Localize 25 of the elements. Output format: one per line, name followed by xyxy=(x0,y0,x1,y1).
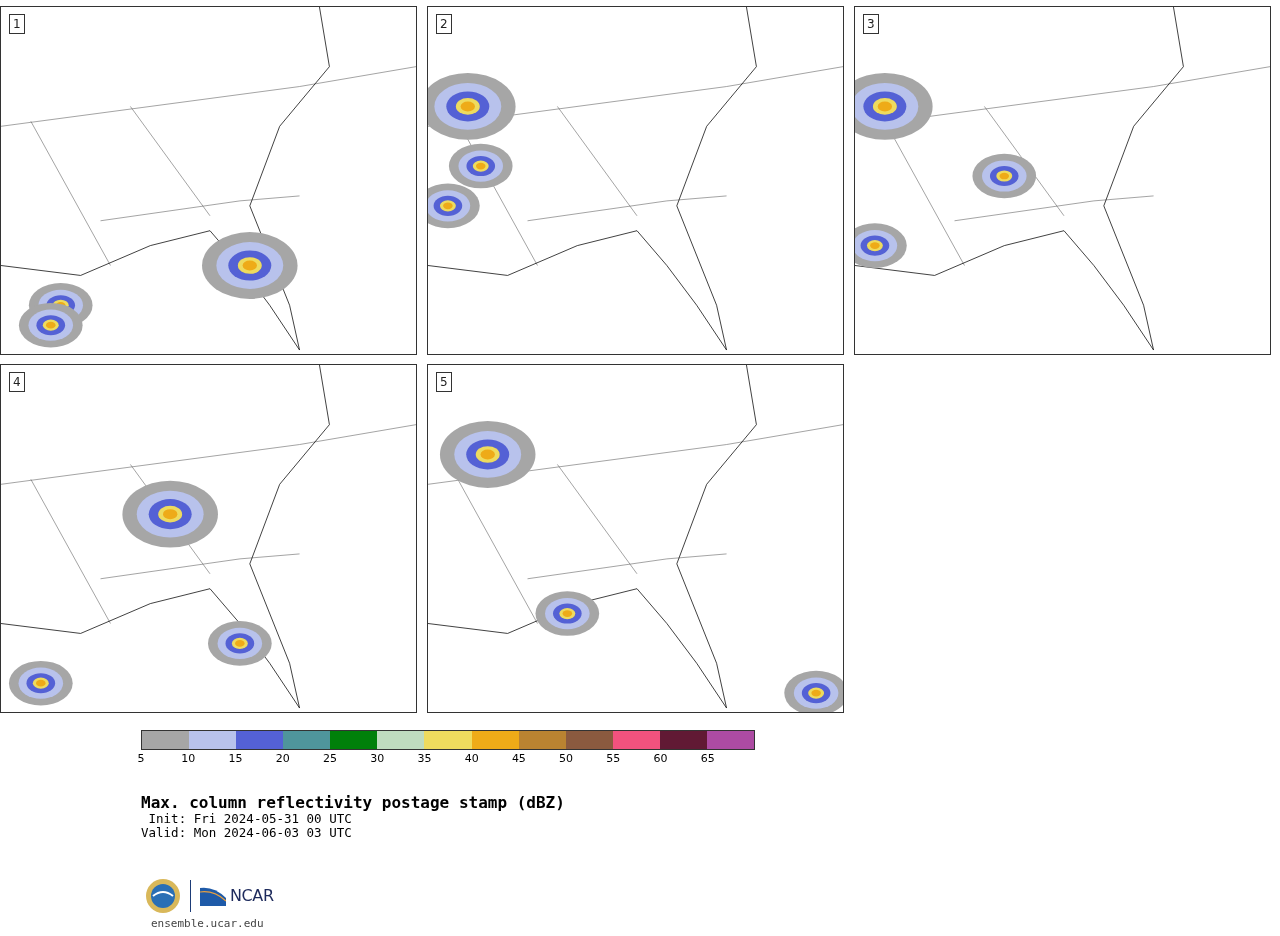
tick-label: 10 xyxy=(181,752,196,765)
tick-label: 50 xyxy=(559,752,574,765)
tick-label: 65 xyxy=(700,752,715,765)
tick-label: 45 xyxy=(511,752,526,765)
tick-label: 25 xyxy=(322,752,337,765)
logo-text: NCAR xyxy=(230,887,274,905)
tick-label: 55 xyxy=(606,752,621,765)
seal-logo-icon xyxy=(145,878,181,914)
tick-label: 35 xyxy=(417,752,432,765)
init-time: Init: Fri 2024-05-31 00 UTC xyxy=(147,812,353,826)
tick-label: 20 xyxy=(275,752,290,765)
tick-label: 15 xyxy=(228,752,243,765)
panel-number: 1 xyxy=(9,14,25,34)
panel-number: 4 xyxy=(9,372,25,392)
panel-number: 5 xyxy=(436,372,452,392)
panel-number: 3 xyxy=(863,14,879,34)
tick-label: 5 xyxy=(137,752,145,765)
panel-number: 2 xyxy=(436,14,452,34)
tick-label: 40 xyxy=(464,752,479,765)
site-url: ensemble.ucar.edu xyxy=(151,917,265,930)
tick-label: 30 xyxy=(370,752,385,765)
ncar-logo-icon xyxy=(200,886,226,906)
tick-label: 60 xyxy=(653,752,668,765)
valid-time: Valid: Mon 2024-06-03 03 UTC xyxy=(141,826,353,840)
chart-title: Max. column reflectivity postage stamp (dBZ) xyxy=(141,794,566,812)
